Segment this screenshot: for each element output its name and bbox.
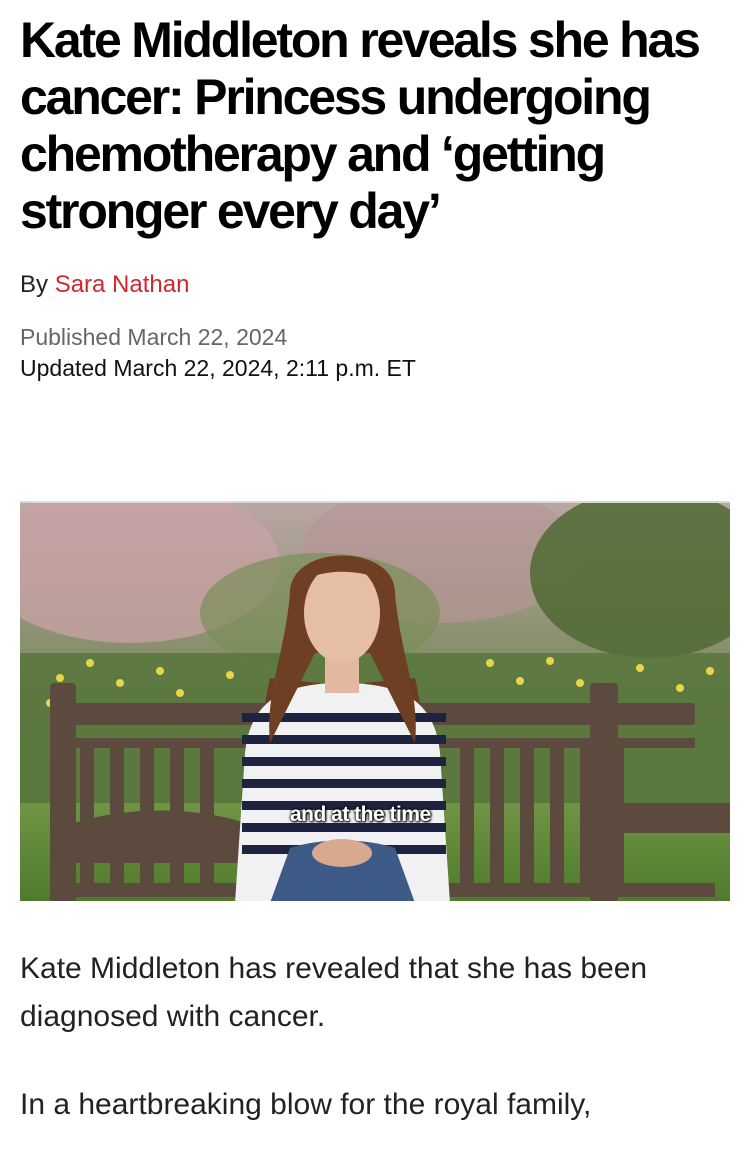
video-caption-overlay: and at the time <box>290 803 431 826</box>
article-video[interactable]: and at the time <box>20 501 730 901</box>
byline-prefix: By <box>20 271 55 298</box>
author-link[interactable]: Sara Nathan <box>55 271 190 298</box>
updated-date: Updated March 22, 2024, 2:11 p.m. ET <box>20 355 416 381</box>
article-body: Kate Middleton has revealed that she has… <box>20 945 720 1169</box>
published-date: Published March 22, 2024 <box>20 324 288 350</box>
byline: By Sara Nathan <box>20 270 732 300</box>
article-header: Kate Middleton reveals she has cancer: P… <box>20 0 732 384</box>
video-frame-image <box>20 503 730 901</box>
body-paragraph-2: In a heartbreaking blow for the royal fa… <box>20 1088 592 1121</box>
body-paragraph-1: Kate Middleton has revealed that she has… <box>20 952 648 1033</box>
article-headline: Kate Middleton reveals she has cancer: P… <box>20 12 701 239</box>
